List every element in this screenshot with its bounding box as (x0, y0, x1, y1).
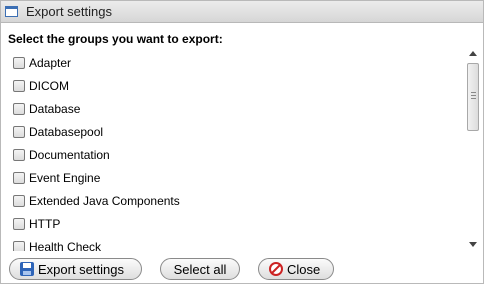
vertical-scrollbar[interactable] (465, 45, 482, 251)
group-label: Health Check (29, 239, 102, 252)
checkbox[interactable] (13, 194, 25, 207)
floppy-disk-icon (20, 262, 34, 276)
select-all-label: Select all (173, 261, 227, 277)
button-bar: Export settings Select all Close (9, 258, 334, 280)
scroll-down-arrow-icon[interactable] (469, 242, 477, 247)
checkbox[interactable] (13, 125, 25, 138)
title-bar: Export settings (1, 1, 483, 23)
no-entry-icon (269, 262, 283, 276)
export-settings-dialog: Export settings Select the groups you wa… (0, 0, 484, 284)
window-title: Export settings (26, 4, 112, 19)
group-label: Databasepool (29, 124, 104, 139)
group-label: Database (29, 101, 81, 116)
group-label: DICOM (29, 78, 69, 93)
scroll-up-arrow-icon[interactable] (469, 51, 477, 56)
group-item-databasepool[interactable]: Databasepool (13, 120, 453, 143)
export-settings-button[interactable]: Export settings (9, 258, 142, 280)
group-item-http[interactable]: HTTP (13, 212, 453, 235)
close-label: Close (287, 261, 321, 277)
checkbox[interactable] (13, 56, 25, 69)
group-label: HTTP (29, 216, 61, 231)
group-item-extended-java-components[interactable]: Extended Java Components (13, 189, 453, 212)
group-label: Event Engine (29, 170, 101, 185)
export-settings-label: Export settings (38, 261, 124, 277)
checkbox[interactable] (13, 240, 25, 251)
group-item-adapter[interactable]: Adapter (13, 51, 453, 74)
group-item-database[interactable]: Database (13, 97, 453, 120)
group-item-event-engine[interactable]: Event Engine (13, 166, 453, 189)
group-label: Adapter (29, 55, 72, 70)
checkbox[interactable] (13, 171, 25, 184)
close-button[interactable]: Close (258, 258, 334, 280)
group-item-documentation[interactable]: Documentation (13, 143, 453, 166)
grip-line (471, 98, 476, 99)
group-item-health-check[interactable]: Health Check (13, 235, 453, 251)
checkbox[interactable] (13, 102, 25, 115)
checkbox[interactable] (13, 148, 25, 161)
group-item-dicom[interactable]: DICOM (13, 74, 453, 97)
checkbox[interactable] (13, 79, 25, 92)
grip-line (471, 92, 476, 93)
group-label: Extended Java Components (29, 193, 180, 208)
checkbox[interactable] (13, 217, 25, 230)
scroll-thumb[interactable] (467, 63, 479, 131)
group-list: Adapter DICOM Database Databasepool Docu… (13, 51, 453, 251)
select-all-button[interactable]: Select all (160, 258, 240, 280)
grip-line (471, 95, 476, 96)
group-label: Documentation (29, 147, 110, 162)
group-selection-heading: Select the groups you want to export: (8, 32, 223, 46)
window-icon (5, 6, 18, 17)
